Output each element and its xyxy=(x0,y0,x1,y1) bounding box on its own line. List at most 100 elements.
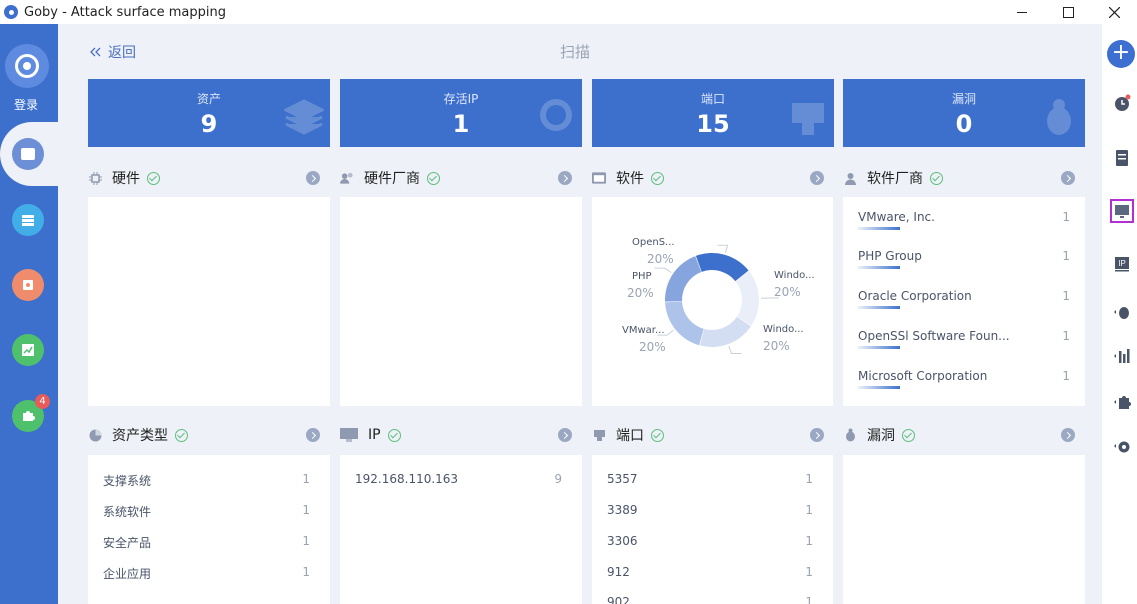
donut-slice[interactable] xyxy=(665,301,704,346)
donut-leader-line xyxy=(728,345,742,355)
avatar[interactable] xyxy=(5,44,49,88)
vendor-bar xyxy=(858,346,900,349)
ip-button[interactable]: IP xyxy=(1113,255,1131,273)
list-item[interactable]: 安全产品 1 xyxy=(103,534,310,552)
list-item[interactable]: 192.168.110.163 9 xyxy=(355,472,562,490)
donut-slice[interactable] xyxy=(699,316,751,347)
list-item[interactable]: 912 1 xyxy=(607,565,813,583)
item-count: 1 xyxy=(302,503,310,517)
donut-slice[interactable] xyxy=(695,253,749,282)
nav-item-plugins[interactable]: 4 xyxy=(12,394,50,432)
check-icon xyxy=(175,428,188,442)
donut-label-openssl: OpenS... xyxy=(632,237,675,248)
list-item[interactable]: 3306 1 xyxy=(607,534,813,552)
scan-icon xyxy=(21,148,35,160)
app-logo-icon xyxy=(4,5,18,19)
stat-card-vulnerabilities[interactable]: 漏洞 0 xyxy=(843,79,1085,147)
monitor-icon xyxy=(340,428,358,442)
ip-more-button[interactable] xyxy=(558,428,572,442)
port-more-button[interactable] xyxy=(810,428,824,442)
stat-card-live-ip[interactable]: 存活IP 1 xyxy=(340,79,582,147)
settings-button[interactable] xyxy=(1113,437,1131,455)
document-button[interactable] xyxy=(1113,149,1131,167)
list-item[interactable]: 系统软件 1 xyxy=(103,503,310,521)
software-more-button[interactable] xyxy=(810,171,824,185)
section-title: 硬件厂商 xyxy=(364,171,420,187)
check-icon xyxy=(651,171,664,185)
asset-type-more-button[interactable] xyxy=(306,428,320,442)
code-window-icon xyxy=(592,171,606,185)
vulnerability-more-button[interactable] xyxy=(1061,428,1075,442)
svg-text:IP: IP xyxy=(1118,259,1126,268)
list-item[interactable]: 902 1 xyxy=(607,595,813,604)
item-count: 9 xyxy=(554,472,562,486)
ethernet-port-icon xyxy=(792,103,824,135)
check-icon xyxy=(387,428,401,442)
plugin-count-badge: 4 xyxy=(35,394,50,409)
document-icon xyxy=(1116,150,1128,166)
monitor-button[interactable] xyxy=(1110,199,1134,223)
item-count: 1 xyxy=(805,472,813,486)
history-button[interactable] xyxy=(1113,94,1131,112)
software-panel: OpenS... 20% Windo... 20% Windo... 20% V… xyxy=(592,197,833,406)
software-vendor-more-button[interactable] xyxy=(1061,171,1075,185)
list-item[interactable]: 3389 1 xyxy=(607,503,813,521)
item-count: 1 xyxy=(805,595,813,604)
stats-button[interactable] xyxy=(1113,347,1131,365)
ip-address: 192.168.110.163 xyxy=(355,472,459,486)
check-icon xyxy=(147,171,160,185)
bar-chart-icon xyxy=(1114,349,1130,363)
asset-type-panel: 支撑系统 1 系统软件 1 安全产品 1 企业应用 1 xyxy=(88,455,330,604)
donut-leader-line xyxy=(654,267,672,274)
list-item[interactable]: PHP Group 1 xyxy=(858,249,1070,285)
item-count: 1 xyxy=(805,534,813,548)
stat-card-ports[interactable]: 端口 15 xyxy=(592,79,834,147)
donut-pct-vmware: 20% xyxy=(639,340,666,354)
donut-slice[interactable] xyxy=(735,271,759,326)
list-item[interactable]: OpenSSl Software Foun... 1 xyxy=(858,329,1070,365)
nav-item-assets[interactable] xyxy=(12,204,44,236)
donut-label-php: PHP xyxy=(632,271,652,282)
minimize-button[interactable] xyxy=(999,0,1045,24)
list-item[interactable]: 支撑系统 1 xyxy=(103,472,310,490)
layers-icon xyxy=(284,99,324,135)
list-item[interactable]: VMware, Inc. 1 xyxy=(858,210,1070,246)
hardware-vendor-more-button[interactable] xyxy=(558,171,572,185)
login-label[interactable]: 登录 xyxy=(0,96,52,113)
left-sidebar: 登录 4 xyxy=(0,24,58,604)
list-item[interactable]: 企业应用 1 xyxy=(103,565,310,583)
donut-pct-openssl: 20% xyxy=(647,252,674,266)
item-name: 系统软件 xyxy=(103,505,152,519)
section-header-port: 端口 xyxy=(592,425,664,445)
hardware-panel xyxy=(88,197,330,406)
list-item[interactable]: 5357 1 xyxy=(607,472,813,490)
vendor-bar xyxy=(858,227,900,230)
nav-item-scan[interactable] xyxy=(12,138,44,170)
list-item[interactable]: Oracle Corporation 1 xyxy=(858,289,1070,325)
section-header-vulnerability: 漏洞 xyxy=(843,425,915,445)
add-button[interactable]: + xyxy=(1107,40,1135,68)
section-title: 软件厂商 xyxy=(867,171,923,187)
maximize-button[interactable] xyxy=(1045,0,1091,24)
bug-icon xyxy=(843,428,857,442)
hardware-more-button[interactable] xyxy=(306,171,320,185)
close-icon xyxy=(1108,6,1120,18)
vendor-count: 1 xyxy=(1062,329,1070,343)
vendor-name: OpenSSl Software Foun... xyxy=(858,329,1010,343)
nav-item-reports[interactable] xyxy=(12,334,44,366)
item-count: 1 xyxy=(805,565,813,579)
vuln-button[interactable] xyxy=(1113,303,1131,321)
window-controls xyxy=(999,0,1137,24)
list-item[interactable]: Microsoft Corporation 1 xyxy=(858,369,1070,405)
close-button[interactable] xyxy=(1091,0,1137,24)
nav-item-vulnerabilities[interactable] xyxy=(12,269,44,301)
section-header-ip: IP xyxy=(340,425,401,445)
section-header-software-vendor: 软件厂商 xyxy=(843,168,943,188)
ip-panel: 192.168.110.163 9 xyxy=(340,455,582,604)
port-number: 5357 xyxy=(607,472,638,486)
stat-card-assets[interactable]: 资产 9 xyxy=(88,79,330,147)
item-count: 1 xyxy=(302,565,310,579)
puzzle-icon xyxy=(1114,396,1131,409)
back-button[interactable]: 返回 xyxy=(90,42,136,62)
extension-button[interactable] xyxy=(1113,393,1131,411)
